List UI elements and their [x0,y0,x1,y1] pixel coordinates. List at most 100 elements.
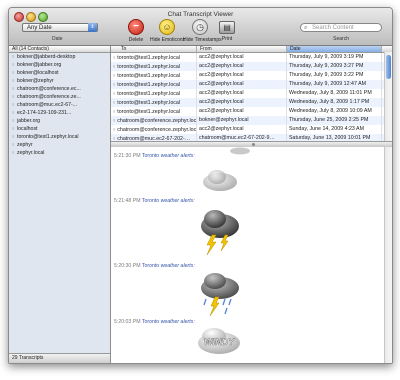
contact-item[interactable]: ▿ zephyr [9,141,110,149]
cell-date: Thursday, June 25, 2009 2:25 PM [287,116,382,125]
splitter-handle[interactable] [251,143,255,146]
table-row[interactable]: ▿ toronto@test1.zephyr.local acc2@zephyr.l… [111,98,392,107]
cell-to-text: toronto@test1.zephyr.local [117,100,181,106]
cell-to-text: toronto@test1.zephyr.local [117,64,181,70]
message-timestamp: 5:21:48 PM [114,198,141,204]
windy-cloud-icon: WINDY [198,328,240,354]
cell-date: Wednesday, July 8, 2009 11:01 PM [287,89,382,98]
table-row[interactable]: ▿ toronto@test1.zephyr.local acc2@zephyr.l… [111,71,392,80]
contact-item[interactable]: ▿ chatroom@muc.ec2-67-... [9,101,110,109]
cell-to: ▿ toronto@test1.zephyr.local [111,98,197,107]
delete-icon: − [128,19,144,35]
contact-label: bokner@jabber.org [17,62,62,68]
windy-text: WINDY [204,337,235,347]
cell-date: Sunday, June 14, 2009 4:23 AM [287,125,382,134]
cell-to: ▿ toronto@test1.zephyr.local [111,71,197,80]
contacts-header[interactable]: All (14 Contacts) [9,46,110,53]
cell-to: ▿chatroom@conference.zephyr.local [111,116,197,125]
contact-item[interactable]: ▿ bokner@jabber.org [9,61,110,69]
transcripts-table: To From Date ▿ toronto@test1.zephyr.local… [111,46,392,161]
table-row[interactable]: ▿ chatroom@conference.zephyr.local acc2@ze… [111,125,392,134]
contact-label: chatroom@conference.ze... [17,94,81,100]
cell-from: acc2@zephyr.local [197,98,287,107]
cell-from: bokner@zephyr.local [197,116,287,125]
contact-item[interactable]: ▿ ec2-174-129-109-231... [9,109,110,117]
cell-to: ▿ toronto@test1.zephyr.local [111,80,197,89]
transcript-message: 5:21:48 PM Toronto weather alerts: [114,198,195,204]
clock-icon: ◷ [192,19,208,35]
toolbar: Chat Transcript Viewer Any Date ⇕ Date −… [9,8,392,46]
cell-date: Thursday, July 9, 2009 3:19 PM [287,53,382,62]
transcript-message: 5:21:30 PM Toronto weather alerts: [114,153,195,159]
cell-from: acc2@zephyr.local [197,107,287,116]
print-button[interactable]: ▤ Print [210,19,244,42]
transcript-scrollbar[interactable] [384,147,392,363]
contact-label: ec2-174-129-109-231... [17,110,72,116]
message-body: weather alerts: [160,263,195,269]
contacts-list: ▿ bokner@jabberd-desktop ▿ bokner@jabber.or… [9,53,110,157]
contact-label: zephyr.local [17,150,45,156]
contact-label: bokner@zephyr [17,78,54,84]
transcript-icon: ▿ [113,55,116,60]
contact-item[interactable]: ▿ localhost [9,125,110,133]
table-header: To From Date [111,46,392,53]
table-scroll-thumb[interactable] [386,55,391,79]
contact-item[interactable]: ▿ toronto@test1.zephyr.local [9,133,110,141]
date-filter-select[interactable]: Any Date ⇕ [22,23,98,32]
message-sender: Toronto [141,263,160,269]
table-row[interactable]: ▿chatroom@conference.zephyr.localbokner@… [111,116,392,125]
transcript-icon: ▿ [113,109,116,114]
search-input[interactable]: ⌕ Search Content [300,23,382,32]
cell-to-text: toronto@test1.zephyr.local [117,82,181,88]
thunderstorm-icon [201,210,239,256]
contact-label: bokner@localhost [17,70,59,76]
column-header-to[interactable]: To [111,46,197,52]
search-icon: ⌕ [304,25,308,31]
hide-emoticons-button[interactable]: ☺ Hide Emoticons [150,19,186,43]
cell-to-text: toronto@test1.zephyr.local [117,91,181,97]
cell-from: acc2@zephyr.local [197,62,287,71]
transcript-icon: ▿ [113,82,116,87]
transcript-icon: ▿ [113,127,116,132]
transcript-icon: ▿ [113,100,116,105]
transcript-icon: ▿ [113,118,116,123]
table-row[interactable]: ▿ toronto@test1.zephyr.local acc2@zephyr.l… [111,80,392,89]
table-row[interactable]: ▿ toronto@test1.zephyr.local acc2@zephyr.l… [111,53,392,62]
transcript-message: 5:20:30 PM Toronto weather alerts: [114,263,195,269]
table-row[interactable]: ▿ toronto@test1.zephyr.local acc2@zephyr.l… [111,89,392,98]
message-sender: Toronto [141,153,160,159]
cell-to: ▿ toronto@test1.zephyr.local [111,107,197,116]
contact-label: toronto@test1.zephyr.local [17,134,79,140]
cell-to-text: chatroom@conference.zephyr.local [117,127,197,133]
contact-label: jabber.org [17,118,41,124]
delete-button[interactable]: − Delete [119,19,153,43]
contact-label: localhost [17,126,38,132]
table-scrollbar[interactable] [384,52,392,141]
table-row[interactable]: ▿ toronto@test1.zephyr.local acc2@zephyr.l… [111,62,392,71]
contact-item[interactable]: ▿ chatroom@conference.ze... [9,93,110,101]
contact-label: bokner@jabberd-desktop [17,54,76,60]
transcript-icon: ▿ [113,64,116,69]
contact-item[interactable]: ▿ bokner@jabberd-desktop [9,53,110,61]
hide-emoticons-label: Hide Emoticons [150,37,186,43]
contact-item[interactable]: ▿ zephyr.local [9,149,110,157]
cell-from: acc2@zephyr.local [197,80,287,89]
table-row[interactable]: ▿ toronto@test1.zephyr.local acc2@zephyr.l… [111,107,392,116]
cell-from: acc2@zephyr.local [197,53,287,62]
transcript-count: 29 Transcripts [9,353,110,363]
cell-from: acc2@zephyr.local [197,71,287,80]
cloud-small-icon [230,147,250,155]
cell-date: Wednesday, July 8, 2009 10:09 AM [287,107,382,116]
cell-date: Thursday, July 9, 2009 3:22 PM [287,71,382,80]
column-header-date[interactable]: Date [287,46,382,52]
cell-date: Thursday, July 9, 2009 3:27 PM [287,62,382,71]
contact-item[interactable]: ▿ bokner@localhost [9,69,110,77]
emoticon-icon: ☺ [159,19,175,35]
contact-label: chatroom@conference.ec... [17,86,81,92]
contact-item[interactable]: ▿ bokner@zephyr [9,77,110,85]
message-body: weather alerts: [160,153,195,159]
column-header-from[interactable]: From [197,46,287,52]
cell-date: Thursday, July 9, 2009 12:47 AM [287,80,382,89]
contact-item[interactable]: ▿ jabber.org [9,117,110,125]
contact-item[interactable]: ▿ chatroom@conference.ec... [9,85,110,93]
